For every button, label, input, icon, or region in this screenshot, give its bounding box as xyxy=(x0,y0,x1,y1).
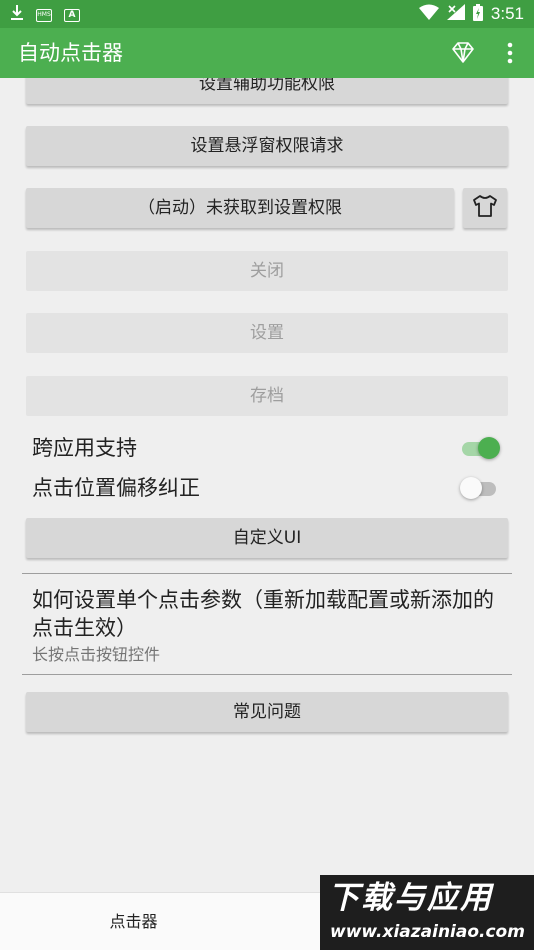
watermark-main: 下载与应用 xyxy=(328,880,493,916)
cross-app-support-label: 跨应用支持 xyxy=(32,436,137,460)
watermark-url: www.xiazainiao.com xyxy=(330,922,525,942)
status-time: 3:51 xyxy=(490,4,524,23)
more-vert-icon[interactable] xyxy=(498,40,522,66)
archive-button[interactable]: 存档 xyxy=(26,376,508,416)
app-title: 自动点击器 xyxy=(18,41,123,65)
hms-icon: HMS xyxy=(36,9,52,22)
cross-app-support-row[interactable]: 跨应用支持 xyxy=(32,430,502,466)
download-icon xyxy=(10,4,24,27)
battery-icon xyxy=(472,3,483,25)
close-button[interactable]: 关闭 xyxy=(26,251,508,291)
tshirt-icon xyxy=(472,194,498,222)
divider xyxy=(22,674,512,675)
cross-app-support-switch[interactable] xyxy=(462,436,500,460)
help-subtitle: 长按点击按钮控件 xyxy=(32,645,161,664)
a-icon: A xyxy=(64,9,80,22)
diamond-icon[interactable] xyxy=(450,40,476,66)
overlay-permission-button[interactable]: 设置悬浮窗权限请求 xyxy=(26,126,508,166)
nav-item-clicker[interactable]: 点击器 xyxy=(0,893,267,950)
settings-button[interactable]: 设置 xyxy=(26,313,508,353)
status-bar: HMS A 3:51 xyxy=(0,0,534,28)
accessibility-permission-button[interactable]: 设置辅助功能权限 xyxy=(26,78,508,104)
offset-correction-row[interactable]: 点击位置偏移纠正 xyxy=(32,470,502,506)
offset-correction-switch[interactable] xyxy=(460,476,498,500)
watermark-logo: 下载与应用 www.xiazainiao.com xyxy=(320,875,534,950)
help-title[interactable]: 如何设置单个点击参数（重新加载配置或新添加的点击生效） xyxy=(32,586,502,642)
wifi-icon xyxy=(418,4,439,24)
divider xyxy=(22,573,512,574)
faq-button[interactable]: 常见问题 xyxy=(26,692,508,732)
signal-icon xyxy=(446,4,465,24)
custom-ui-button[interactable]: 自定义UI xyxy=(26,518,508,558)
start-button[interactable]: （启动）未获取到设置权限 xyxy=(26,188,454,228)
app-bar: 自动点击器 xyxy=(0,28,534,78)
offset-correction-label: 点击位置偏移纠正 xyxy=(32,476,200,500)
skin-button[interactable] xyxy=(463,188,507,228)
main-content: 设置辅助功能权限 设置悬浮窗权限请求 （启动）未获取到设置权限 关闭 设置 存档… xyxy=(0,78,534,892)
